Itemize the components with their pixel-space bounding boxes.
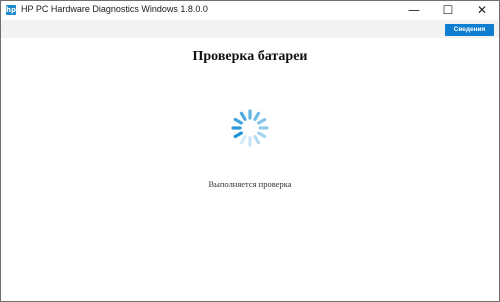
spinner-segment	[239, 135, 247, 145]
page-title: Проверка батареи	[192, 49, 308, 64]
maximize-button[interactable]: ☐	[431, 1, 465, 20]
spinner-segment	[253, 135, 261, 145]
close-button[interactable]: ✕	[465, 1, 499, 20]
spinner-segment	[233, 131, 243, 139]
loading-spinner-icon	[231, 109, 269, 147]
app-window: hp HP PC Hardware Diagnostics Windows 1.…	[0, 0, 500, 302]
toolbar: Сведения	[1, 20, 499, 38]
spinner-segment	[233, 117, 243, 125]
hp-app-icon: hp	[6, 5, 16, 15]
status-text: Выполняется проверка	[208, 179, 292, 189]
window-title: HP PC Hardware Diagnostics Windows 1.8.0…	[21, 4, 208, 14]
minimize-button[interactable]: —	[397, 1, 431, 20]
info-button[interactable]: Сведения	[445, 24, 494, 36]
spinner-segment	[253, 111, 261, 121]
spinner-segment	[239, 111, 247, 121]
title-bar[interactable]: hp HP PC Hardware Diagnostics Windows 1.…	[1, 1, 499, 20]
spinner-segment	[257, 117, 267, 125]
spinner-segment	[257, 131, 267, 139]
